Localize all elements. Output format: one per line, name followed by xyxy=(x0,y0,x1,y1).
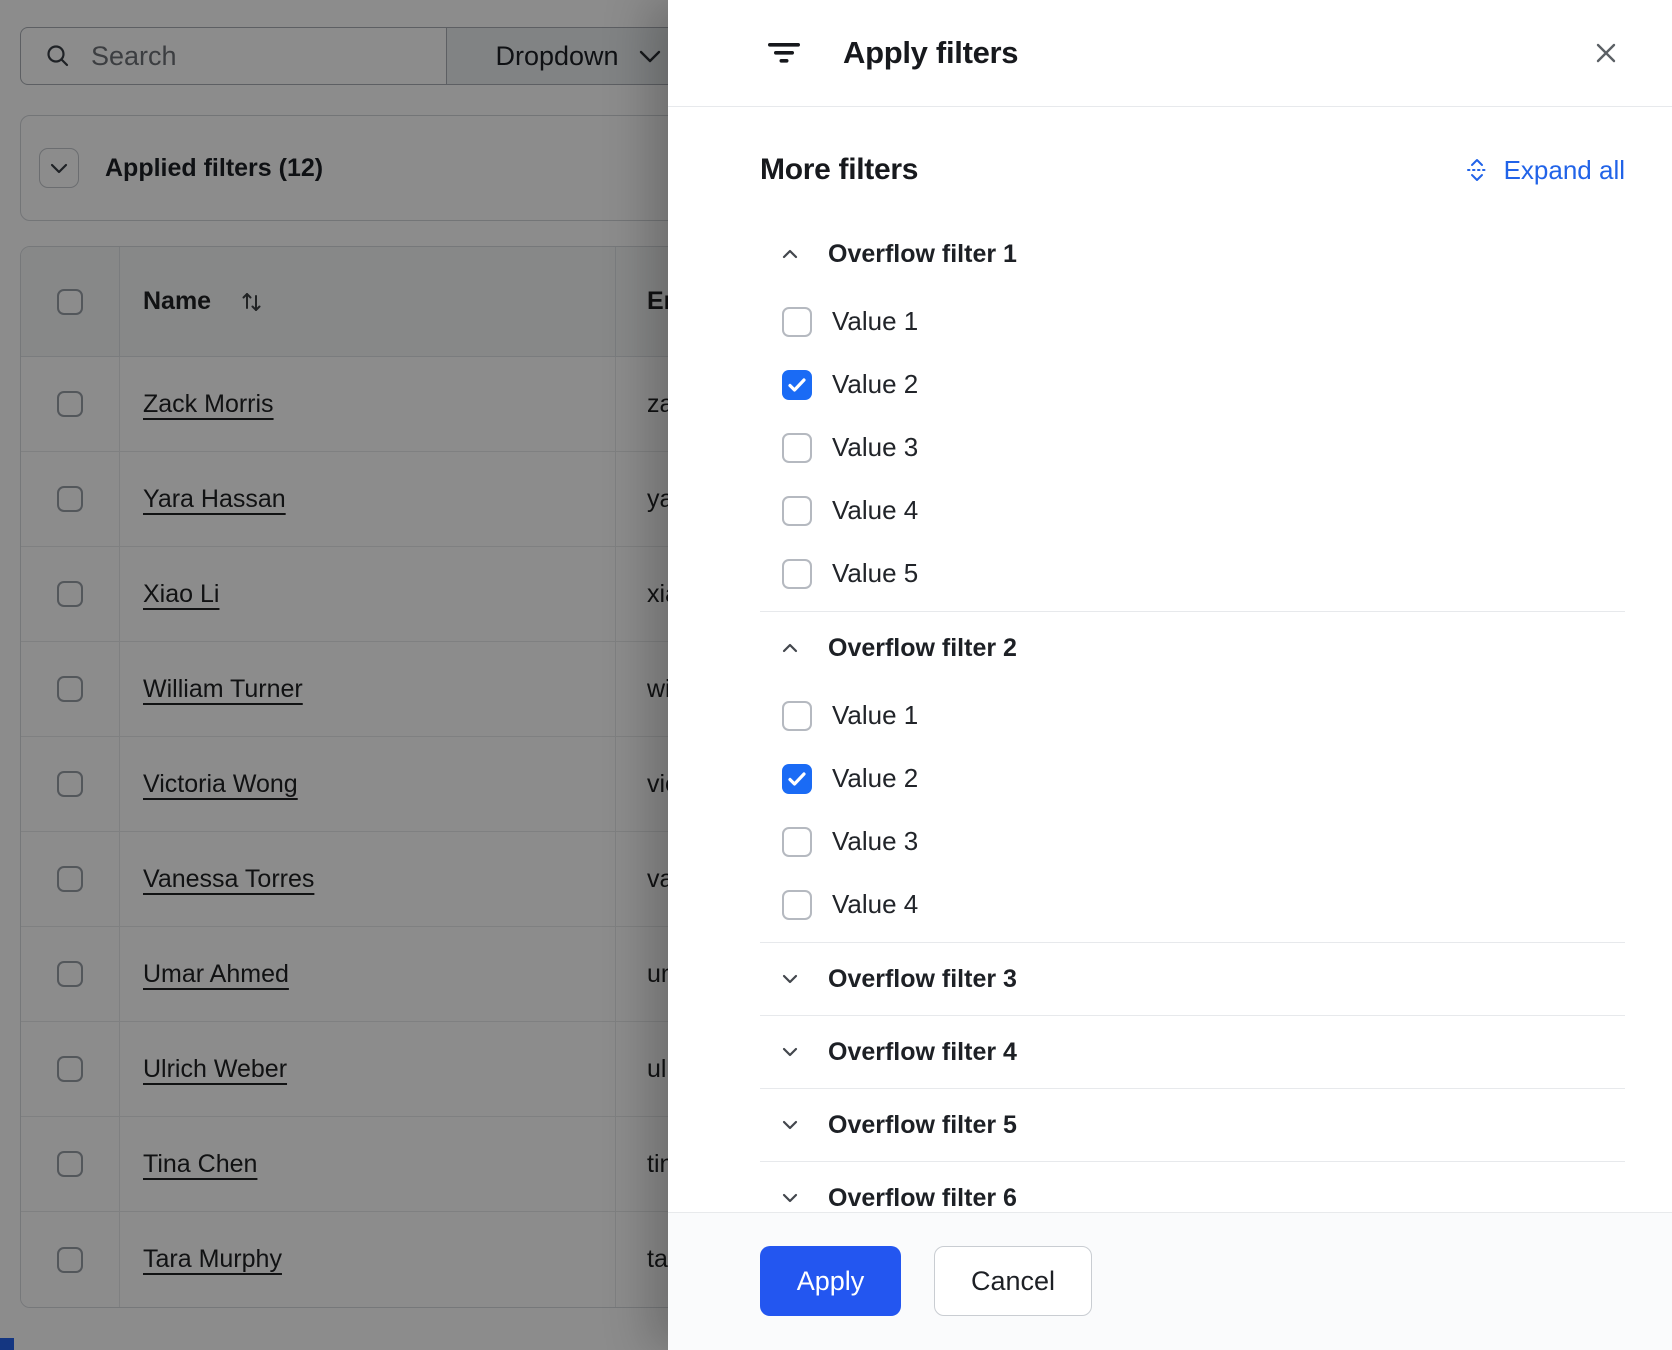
filter-section: Overflow filter 5 xyxy=(760,1089,1625,1162)
filter-section-label: Overflow filter 1 xyxy=(828,240,1017,269)
apply-filters-drawer: Apply filters More filters Expand all Ov… xyxy=(668,0,1672,1350)
filter-section: Overflow filter 2 Value 1 Value 2 Value 3 Va… xyxy=(760,612,1625,943)
checkbox-unchecked[interactable] xyxy=(782,496,812,526)
filter-section-header[interactable]: Overflow filter 5 xyxy=(760,1089,1625,1161)
filter-value-row: Value 4 xyxy=(760,479,1625,542)
drawer-body: More filters Expand all Overflow filter … xyxy=(668,107,1672,1212)
chevron-down-icon xyxy=(782,1047,798,1057)
chevron-up-icon xyxy=(782,643,798,653)
filter-section-label: Overflow filter 2 xyxy=(828,634,1017,663)
filter-section-header[interactable]: Overflow filter 4 xyxy=(760,1016,1625,1088)
more-filters-heading: More filters xyxy=(760,153,918,187)
checkbox-unchecked[interactable] xyxy=(782,559,812,589)
drawer-title: Apply filters xyxy=(843,35,1018,71)
filter-section-label: Overflow filter 5 xyxy=(828,1111,1017,1140)
close-icon xyxy=(1592,39,1620,67)
filter-value-label: Value 2 xyxy=(832,763,918,794)
checkbox-unchecked[interactable] xyxy=(782,433,812,463)
more-filters-row: More filters Expand all xyxy=(760,149,1625,191)
filter-section: Overflow filter 3 xyxy=(760,943,1625,1016)
apply-button[interactable]: Apply xyxy=(760,1246,901,1316)
filter-value-label: Value 1 xyxy=(832,306,918,337)
chevron-up-icon xyxy=(782,249,798,259)
filter-section-label: Overflow filter 6 xyxy=(828,1184,1017,1213)
filter-value-label: Value 5 xyxy=(832,558,918,589)
filter-icon xyxy=(767,40,801,66)
checkbox-unchecked[interactable] xyxy=(782,890,812,920)
checkbox-checked[interactable] xyxy=(782,764,812,794)
filter-section-header[interactable]: Overflow filter 1 xyxy=(760,218,1625,290)
checkbox-unchecked[interactable] xyxy=(782,701,812,731)
expand-all-icon xyxy=(1466,158,1488,182)
filter-section: Overflow filter 1 Value 1 Value 2 Value 3 Va… xyxy=(760,218,1625,612)
filter-value-label: Value 4 xyxy=(832,495,918,526)
filter-value-label: Value 1 xyxy=(832,700,918,731)
filter-value-row: Value 1 xyxy=(760,684,1625,747)
screen: Search Dropdown Applied filters (12) xyxy=(0,0,1672,1350)
chevron-down-icon xyxy=(782,1193,798,1203)
filter-value-label: Value 2 xyxy=(832,369,918,400)
filter-section: Overflow filter 4 xyxy=(760,1016,1625,1089)
expand-all-label: Expand all xyxy=(1504,155,1625,186)
filter-value-label: Value 3 xyxy=(832,432,918,463)
modal-scrim[interactable] xyxy=(0,0,668,1350)
chevron-down-icon xyxy=(782,1120,798,1130)
filter-value-row: Value 2 xyxy=(760,353,1625,416)
filter-value-row: Value 2 xyxy=(760,747,1625,810)
drawer-footer: Apply Cancel xyxy=(668,1212,1672,1350)
filter-value-row: Value 4 xyxy=(760,873,1625,936)
checkbox-unchecked[interactable] xyxy=(782,307,812,337)
filter-value-label: Value 4 xyxy=(832,889,918,920)
filter-sections-list: Overflow filter 1 Value 1 Value 2 Value 3 Va… xyxy=(760,218,1625,1212)
drawer-header: Apply filters xyxy=(668,0,1672,107)
checkbox-checked[interactable] xyxy=(782,370,812,400)
expand-all-button[interactable]: Expand all xyxy=(1466,155,1625,186)
filter-section: Overflow filter 6 xyxy=(760,1162,1625,1212)
filter-value-row: Value 5 xyxy=(760,542,1625,605)
filter-section-header[interactable]: Overflow filter 6 xyxy=(760,1162,1625,1212)
filter-value-label: Value 3 xyxy=(832,826,918,857)
filter-section-label: Overflow filter 4 xyxy=(828,1038,1017,1067)
filter-value-row: Value 3 xyxy=(760,810,1625,873)
filter-value-row: Value 3 xyxy=(760,416,1625,479)
cancel-button[interactable]: Cancel xyxy=(934,1246,1092,1316)
close-button[interactable] xyxy=(1592,39,1620,67)
filter-value-row: Value 1 xyxy=(760,290,1625,353)
filter-section-label: Overflow filter 3 xyxy=(828,965,1017,994)
filter-section-header[interactable]: Overflow filter 3 xyxy=(760,943,1625,1015)
checkbox-unchecked[interactable] xyxy=(782,827,812,857)
chevron-down-icon xyxy=(782,974,798,984)
filter-section-header[interactable]: Overflow filter 2 xyxy=(760,612,1625,684)
